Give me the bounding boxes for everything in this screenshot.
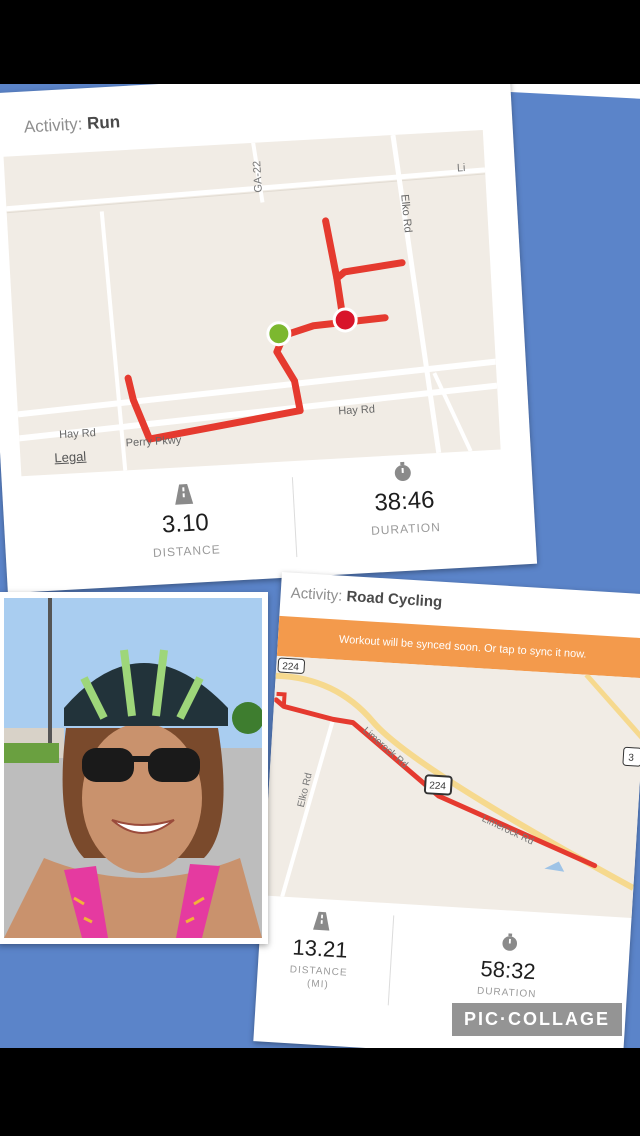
end-marker	[332, 307, 358, 333]
run-route-map[interactable]: GA-22 Li Elko Rd Hay Rd Perry Pkwy Hay R…	[3, 129, 501, 477]
road-icon	[175, 484, 194, 505]
route-badge-224-mid-text: 224	[429, 780, 447, 792]
collage-canvas: Activity: Run GA-22 Li Elko Rd Hay Rd Pe…	[0, 84, 640, 1048]
run-distance-stat: 3.10 DISTANCE	[118, 480, 252, 562]
road-label-ga22: GA-22	[251, 161, 265, 193]
cycling-activity-header: Activity: Road Cycling	[290, 585, 442, 611]
road-label-perry: Perry Pkwy	[125, 434, 182, 449]
run-distance-label: DISTANCE	[152, 542, 222, 561]
run-activity-header: Activity: Run	[23, 112, 120, 137]
stats-divider	[387, 915, 395, 1006]
route-badge-224-text: 224	[282, 661, 300, 673]
selfie-photo	[4, 598, 262, 938]
run-duration-value: 38:46	[373, 486, 436, 517]
diagonal-road	[432, 372, 473, 453]
selfie-photo-frame[interactable]	[0, 592, 268, 944]
cycling-distance-stat: 13.21 DISTANCE (MI)	[263, 908, 378, 994]
run-map-svg: GA-22 Li Elko Rd Hay Rd Perry Pkwy Hay R…	[6, 134, 498, 471]
road-label-elko: Elko Rd	[398, 194, 413, 233]
cycling-duration-stat: 58:32 DURATION	[446, 929, 570, 1002]
activity-prefix: Activity:	[23, 114, 83, 137]
stopwatch-icon	[394, 461, 411, 481]
run-distance-value: 3.10	[161, 508, 210, 539]
cycling-duration-label: DURATION	[476, 985, 537, 1001]
pond	[544, 861, 565, 872]
road	[6, 167, 486, 212]
selfie-illustration	[4, 598, 262, 938]
highway-3	[584, 673, 640, 740]
road-edge	[6, 173, 486, 214]
run-activity-card[interactable]: Activity: Run GA-22 Li Elko Rd Hay Rd Pe…	[0, 84, 538, 594]
activity-prefix: Activity:	[290, 584, 343, 605]
run-duration-label: DURATION	[370, 519, 442, 538]
cycling-activity-card[interactable]: Activity: Road Cycling Workout will be s…	[253, 572, 640, 1048]
road-label-hay-west: Hay Rd	[59, 427, 96, 441]
cycling-route-map[interactable]: 224 224 3 Limerock Rd Elko Rd Limerock R…	[262, 655, 640, 918]
side-road	[99, 211, 128, 471]
run-duration-stat: 38:46 DURATION	[337, 457, 471, 539]
stopwatch-icon	[502, 933, 518, 951]
pic-collage-watermark: PIC·COLLAGE	[452, 1003, 622, 1036]
activity-type: Run	[86, 112, 121, 134]
activity-type: Road Cycling	[345, 587, 443, 611]
legal-link[interactable]: Legal	[54, 449, 87, 466]
cycling-duration-value: 58:32	[479, 955, 537, 985]
elko-road	[280, 718, 336, 898]
elko-road	[390, 134, 442, 454]
run-route-branch	[322, 217, 406, 282]
route-badge-3-text: 3	[628, 752, 635, 763]
cycling-distance-value: 13.21	[291, 934, 349, 963]
road-label-li: Li	[457, 162, 466, 174]
road-label-hay-east: Hay Rd	[338, 403, 375, 417]
start-marker	[266, 321, 292, 347]
stats-divider	[291, 477, 298, 558]
cycling-map-svg: 224 224 3 Limerock Rd Elko Rd Limerock R…	[273, 657, 640, 898]
road-icon	[313, 911, 330, 931]
